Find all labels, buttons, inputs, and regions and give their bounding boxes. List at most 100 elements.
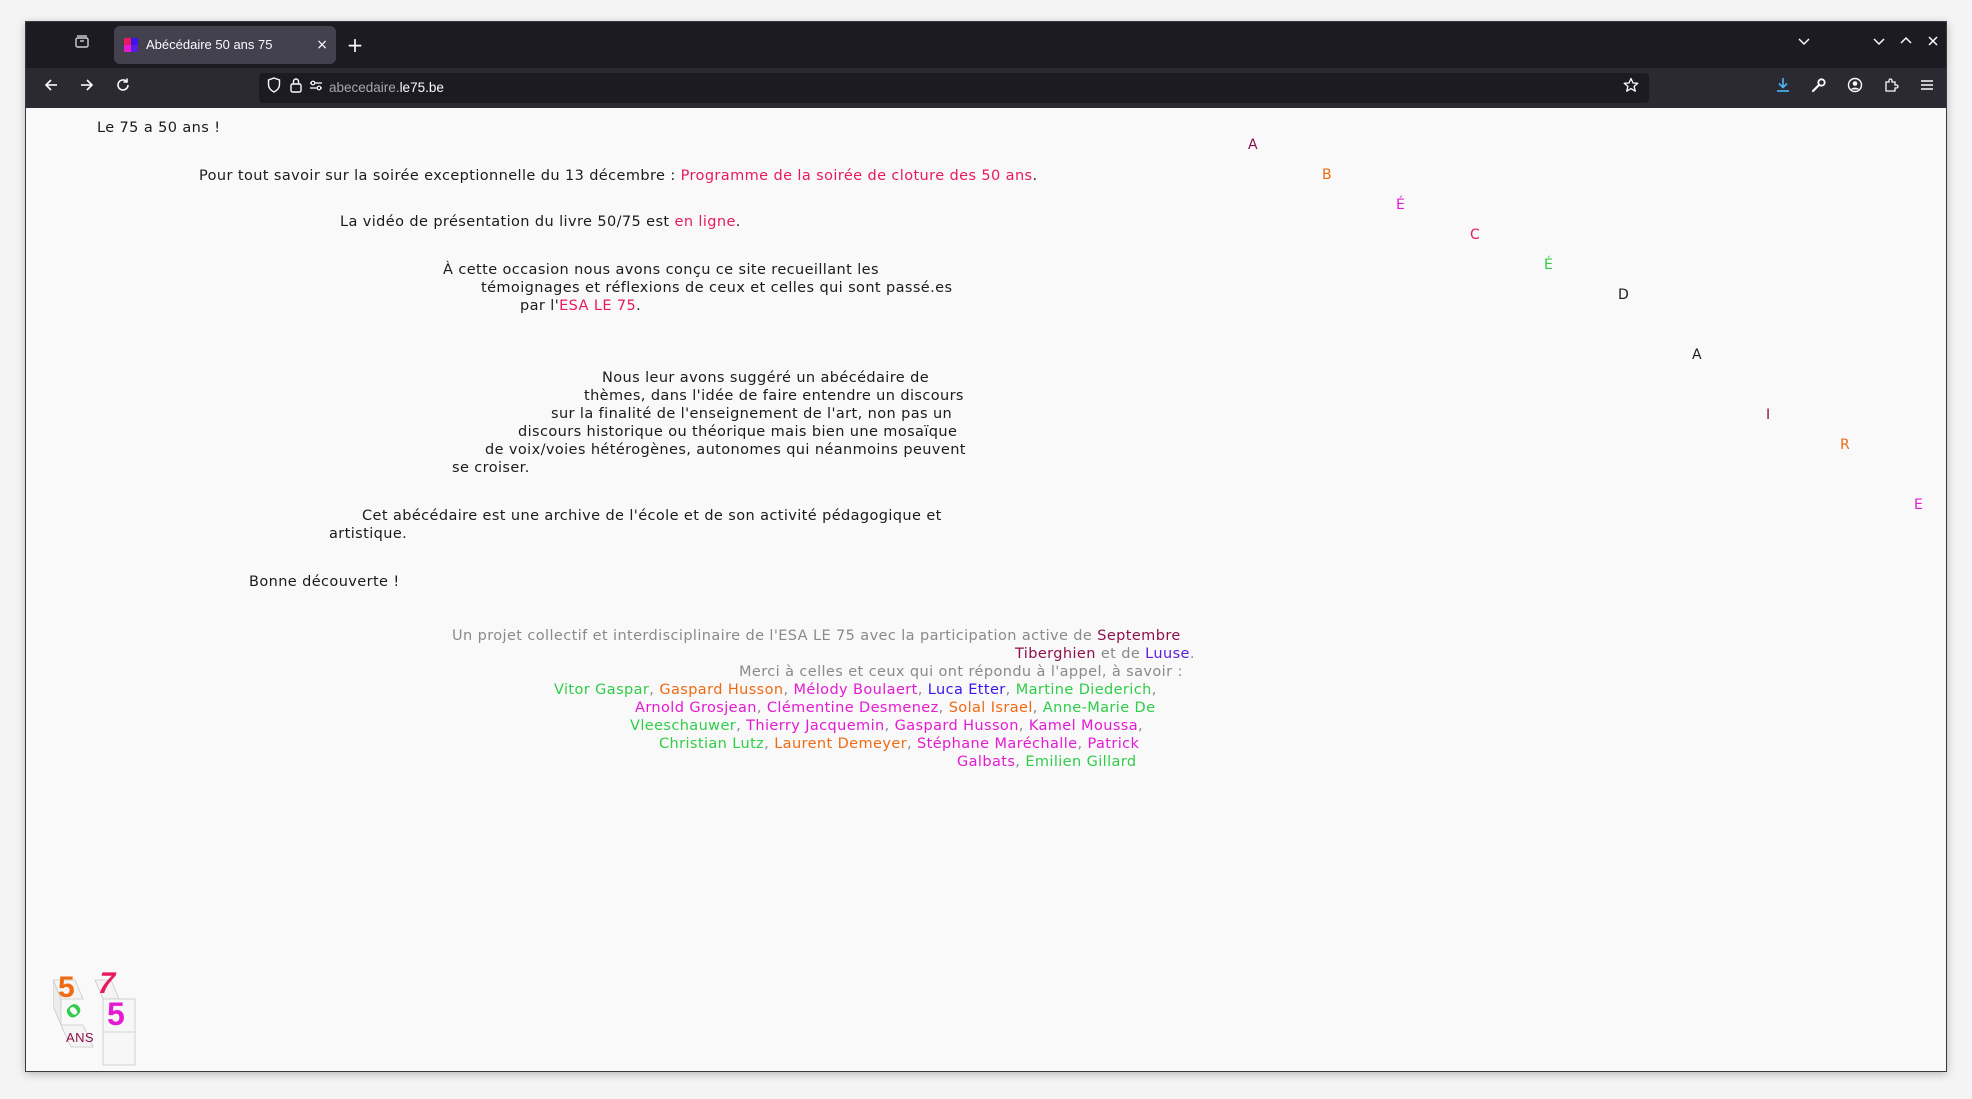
url-domain: le75.be xyxy=(399,80,444,95)
account-icon[interactable] xyxy=(1844,77,1866,99)
occasion-line-3: par l'ESA LE 75. xyxy=(520,297,641,315)
contributor-link[interactable]: Christian Lutz xyxy=(659,736,764,752)
back-arrow-icon[interactable] xyxy=(40,77,62,99)
abecedaire-line-6: se croiser. xyxy=(452,460,530,476)
download-icon[interactable] xyxy=(1772,77,1794,99)
separator: , xyxy=(649,682,655,698)
contributor-link[interactable]: Kamel Moussa xyxy=(1029,718,1138,734)
soiree-end: . xyxy=(1032,168,1038,184)
new-tab-button[interactable]: + xyxy=(344,34,366,56)
wrench-icon[interactable] xyxy=(1808,77,1830,99)
page-content: Le 75 a 50 ans ! Pour tout savoir sur la… xyxy=(26,108,1946,1071)
list-all-tabs-icon[interactable] xyxy=(1797,34,1811,56)
separator: , xyxy=(884,718,890,734)
minimize-icon[interactable] xyxy=(1872,34,1886,56)
letter-link-r[interactable]: R xyxy=(1840,437,1850,453)
credits-and: et de xyxy=(1095,646,1146,662)
luuse-link[interactable]: Luuse xyxy=(1145,646,1190,662)
letter-link-b[interactable]: B xyxy=(1322,167,1332,183)
active-tab[interactable]: Abécédaire 50 ans 75 × xyxy=(114,26,336,64)
contributor-link[interactable]: Gaspard Husson xyxy=(895,718,1019,734)
permissions-icon[interactable] xyxy=(309,77,323,101)
occasion-line-2: témoignages et réflexions de ceux et cel… xyxy=(481,280,953,296)
contributor-link[interactable]: Stéphane Maréchalle xyxy=(917,736,1077,752)
extensions-icon[interactable] xyxy=(1880,77,1902,99)
separator: , xyxy=(938,700,944,716)
credits-line-2: Tiberghien et de Luuse. xyxy=(1015,645,1195,663)
nav-bar: abecedaire.le75.be xyxy=(26,68,1946,108)
letter-link-c[interactable]: C xyxy=(1470,227,1480,243)
credits-line-3: Merci à celles et ceux qui ont répondu à… xyxy=(739,664,1183,680)
abecedaire-line-5: de voix/voies hétérogènes, autonomes qui… xyxy=(485,442,966,458)
separator: , xyxy=(1005,682,1011,698)
reload-icon[interactable] xyxy=(112,77,134,99)
menu-hamburger-icon[interactable] xyxy=(1916,77,1938,99)
letter-link-a-2[interactable]: A xyxy=(1692,347,1702,363)
contributor-link[interactable]: Solal Israel xyxy=(949,700,1033,716)
contributors-line-4: Christian Lutz, Laurent Demeyer, Stéphan… xyxy=(659,735,1139,753)
url-bar[interactable]: abecedaire.le75.be xyxy=(259,73,1649,103)
close-window-icon[interactable] xyxy=(1926,34,1940,56)
abecedaire-line-2: thèmes, dans l'idée de faire entendre un… xyxy=(584,388,964,404)
separator: , xyxy=(1032,700,1038,716)
page-heading: Le 75 a 50 ans ! xyxy=(97,120,221,136)
contributor-link[interactable]: Clémentine Desmenez xyxy=(767,700,939,716)
tab-overview-icon[interactable] xyxy=(71,34,93,56)
occasion-par-text: par l' xyxy=(520,298,560,314)
contributor-link[interactable]: Martine Diederich xyxy=(1016,682,1152,698)
forward-arrow-icon[interactable] xyxy=(76,77,98,99)
browser-window: Abécédaire 50 ans 75 × + abecedaire.le75… xyxy=(25,21,1947,1072)
tab-close-icon[interactable]: × xyxy=(316,26,328,64)
logo-ans-text: ANS xyxy=(66,1030,94,1045)
occasion-end: . xyxy=(636,298,642,314)
programme-link[interactable]: Programme de la soirée de cloture des 50… xyxy=(681,168,1033,184)
letter-link-e-acute-2[interactable]: É xyxy=(1544,257,1553,273)
contributor-link[interactable]: Galbats xyxy=(957,754,1015,770)
contributor-link[interactable]: Thierry Jacquemin xyxy=(746,718,884,734)
lock-icon[interactable] xyxy=(289,77,303,101)
letter-link-i[interactable]: I xyxy=(1766,407,1771,423)
site-favicon-icon xyxy=(124,38,138,52)
contributor-link[interactable]: Anne-Marie De xyxy=(1043,700,1156,716)
contributor-link[interactable]: Vitor Gaspar xyxy=(554,682,649,698)
contributor-link[interactable]: Patrick xyxy=(1087,736,1139,752)
contributor-link[interactable]: Arnold Grosjean xyxy=(635,700,757,716)
contributor-link[interactable]: Laurent Demeyer xyxy=(774,736,907,752)
tab-title: Abécédaire 50 ans 75 xyxy=(146,37,273,52)
esa-le-75-link[interactable]: ESA LE 75 xyxy=(559,298,636,314)
programme-link-text: Programme de la soirée de cloture des 50… xyxy=(680,168,1033,184)
letter-link-e[interactable]: E xyxy=(1914,497,1923,513)
separator: , xyxy=(1018,718,1024,734)
contributor-link[interactable]: Emilien Gillard xyxy=(1025,754,1136,770)
contributors-line-2: Arnold Grosjean, Clémentine Desmenez, So… xyxy=(635,699,1155,717)
occasion-line-1: À cette occasion nous avons conçu ce sit… xyxy=(443,262,879,278)
contributors-line-3: Vleeschauwer, Thierry Jacquemin, Gaspard… xyxy=(630,717,1143,735)
letter-link-a[interactable]: A xyxy=(1248,137,1258,153)
logo-digit-5b: 5 xyxy=(107,996,126,1032)
bookmark-star-icon[interactable] xyxy=(1623,77,1639,99)
contributor-link[interactable]: Luca Etter xyxy=(928,682,1006,698)
septembre-link[interactable]: Septembre xyxy=(1097,628,1180,644)
url-subdomain: abecedaire. xyxy=(329,80,400,95)
contributor-link[interactable]: Mélody Boulaert xyxy=(794,682,918,698)
tab-bar: Abécédaire 50 ans 75 × + xyxy=(26,22,1946,68)
archive-line-1: Cet abécédaire est une archive de l'écol… xyxy=(362,508,942,524)
en-ligne-link[interactable]: en ligne xyxy=(675,214,736,230)
shield-icon[interactable] xyxy=(267,77,281,101)
contributor-link[interactable]: Vleeschauwer xyxy=(630,718,736,734)
separator: , xyxy=(764,736,770,752)
site-logo[interactable]: 5 7 0 5 ANS xyxy=(53,967,137,1067)
contributors-line-5: Galbats, Emilien Gillard xyxy=(957,753,1137,771)
video-text: La vidéo de présentation du livre 50/75 … xyxy=(340,214,675,230)
soiree-text: Pour tout savoir sur la soirée exception… xyxy=(199,168,681,184)
letter-link-d[interactable]: D xyxy=(1618,287,1629,303)
url-text[interactable]: abecedaire.le75.be xyxy=(329,73,444,103)
abecedaire-line-3: sur la finalité de l'enseignement de l'a… xyxy=(551,406,953,422)
letter-link-e-acute[interactable]: É xyxy=(1396,197,1405,213)
video-end: . xyxy=(735,214,741,230)
maximize-icon[interactable] xyxy=(1899,34,1913,56)
contributor-link[interactable]: Gaspard Husson xyxy=(659,682,783,698)
separator: , xyxy=(1015,754,1021,770)
tiberghien-link[interactable]: Tiberghien xyxy=(1015,646,1096,662)
abecedaire-line-1: Nous leur avons suggéré un abécédaire de xyxy=(602,370,930,386)
